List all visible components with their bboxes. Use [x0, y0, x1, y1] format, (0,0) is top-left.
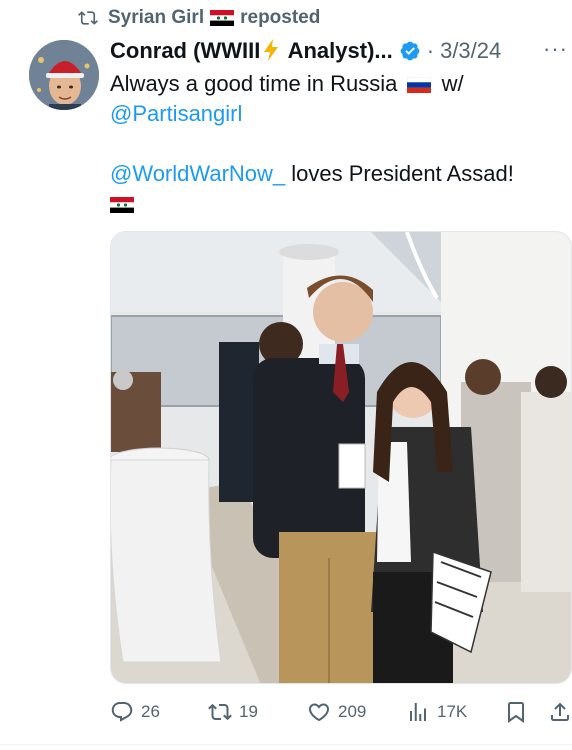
- share-button[interactable]: [548, 696, 572, 728]
- lightning-icon: [264, 39, 279, 61]
- like-button[interactable]: 209: [307, 696, 366, 728]
- tweet-actions: 26 19 209 17K: [110, 696, 572, 728]
- bookmark-button[interactable]: [504, 696, 535, 728]
- like-icon: [308, 703, 330, 722]
- photo-illustration: [111, 232, 571, 683]
- reply-count: 26: [141, 702, 160, 721]
- tweet-text: Always a good time in Russia w/ @Partisa…: [110, 69, 560, 219]
- repost-button[interactable]: 19: [208, 696, 258, 728]
- author-name[interactable]: Conrad (WWIII Analyst)...: [110, 38, 393, 64]
- tweet-photo[interactable]: [110, 231, 572, 684]
- mention-link[interactable]: @Partisangirl: [110, 101, 242, 126]
- avatar-image: [29, 40, 99, 110]
- repost-header[interactable]: Syrian Girl reposted: [78, 6, 320, 30]
- separator-dot: ·: [426, 38, 435, 63]
- divider: [0, 744, 572, 745]
- tweet-text-suffix: w/: [441, 71, 464, 96]
- syria-flag-icon: [110, 197, 134, 213]
- views-icon: [410, 703, 426, 721]
- bookmark-icon: [508, 702, 524, 723]
- reply-icon: [111, 702, 133, 722]
- tweet-text-line: Always a good time in Russia: [110, 71, 398, 96]
- views-button[interactable]: 17K: [406, 696, 467, 728]
- repost-icon: [208, 703, 232, 721]
- tweet-date[interactable]: 3/3/24: [440, 38, 501, 64]
- syria-flag-icon: [210, 10, 235, 26]
- views-count: 17K: [437, 702, 468, 721]
- mention-link[interactable]: @WorldWarNow_: [110, 161, 285, 186]
- repost-icon: [78, 11, 98, 25]
- like-count: 209: [338, 702, 367, 721]
- tweet-header: Conrad (WWIII Analyst)... · 3/3/24 ···: [110, 36, 572, 66]
- reply-button[interactable]: 26: [110, 696, 160, 728]
- share-icon: [551, 702, 569, 721]
- tweet-text-line: loves President Assad!: [285, 161, 514, 186]
- repost-count: 19: [239, 702, 258, 721]
- russia-flag-icon: [407, 77, 432, 94]
- more-icon[interactable]: ···: [543, 36, 568, 62]
- avatar[interactable]: [29, 40, 99, 110]
- repost-label: reposted: [240, 7, 321, 28]
- verified-badge-icon: [400, 41, 420, 61]
- repost-user[interactable]: Syrian Girl: [108, 7, 204, 29]
